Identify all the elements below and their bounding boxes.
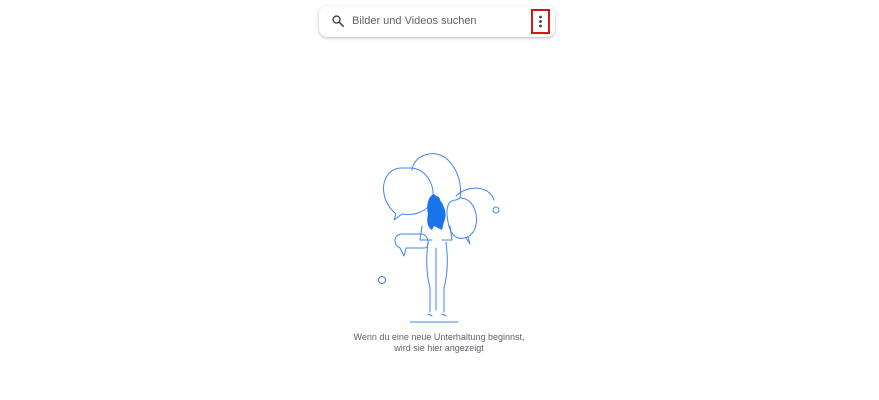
page: Wenn du eine neue Unterhaltung beginnst,… — [0, 0, 879, 400]
search-input[interactable] — [352, 10, 520, 32]
search-icon[interactable] — [331, 14, 345, 28]
empty-state-line-1: Wenn du eine neue Unterhaltung beginnst, — [353, 332, 525, 342]
search-bar[interactable] — [319, 6, 555, 37]
empty-state-message: Wenn du eine neue Unterhaltung beginnst,… — [339, 332, 539, 354]
person-with-speech-bubbles-illustration — [378, 153, 500, 323]
more-options-button[interactable] — [531, 9, 550, 34]
empty-state-line-2: wird sie hier angezeigt — [394, 343, 484, 353]
more-vert-icon — [539, 15, 542, 28]
